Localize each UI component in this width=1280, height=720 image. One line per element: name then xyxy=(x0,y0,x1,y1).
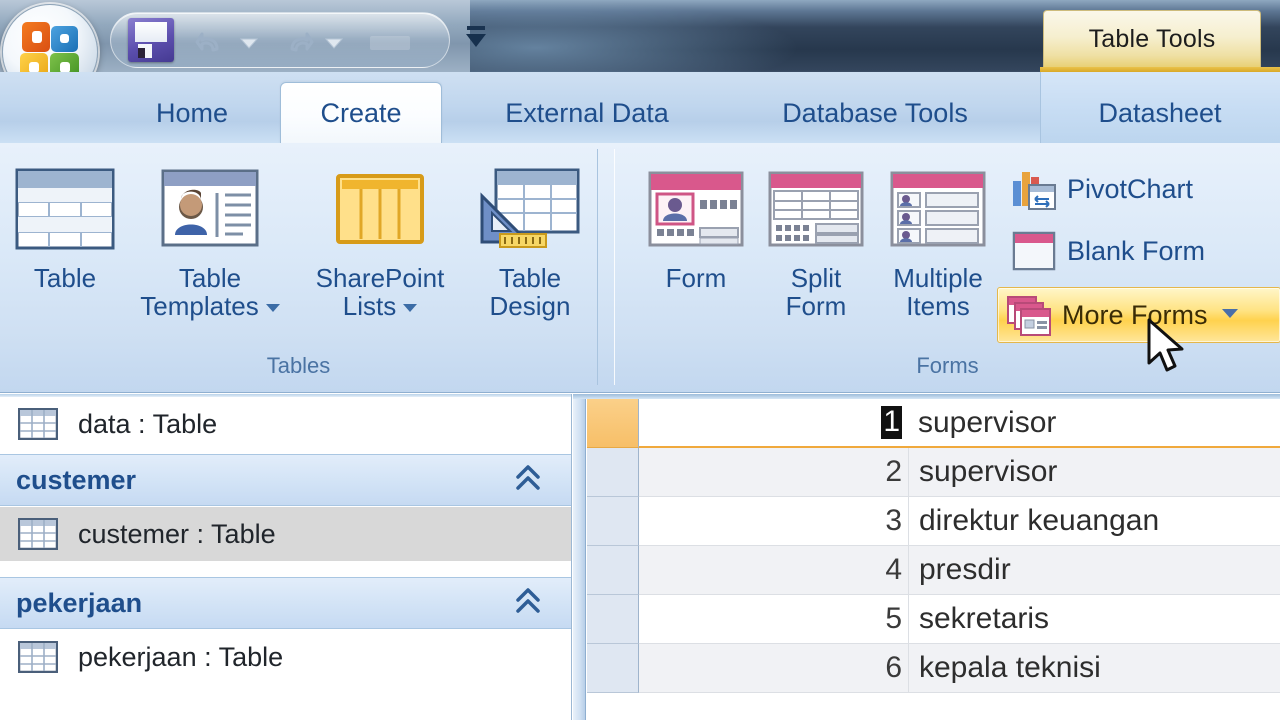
ribbon-group-tables-label: Tables xyxy=(266,353,331,378)
title-bar-glow xyxy=(470,0,800,80)
table-templates-button-label: Table Templates xyxy=(140,264,280,320)
pivotchart-button[interactable]: PivotChart xyxy=(1003,163,1271,215)
nav-item-pekerjaan-table[interactable]: pekerjaan : Table xyxy=(0,630,571,684)
tab-datasheet[interactable]: Datasheet xyxy=(1060,82,1260,144)
nav-item-custemer-table[interactable]: custemer : Table xyxy=(0,507,571,561)
sharepoint-lists-button-label: SharePoint Lists xyxy=(315,263,445,321)
sharepoint-lists-icon xyxy=(335,159,425,259)
multiple-items-button-label: Multiple Items xyxy=(893,263,983,321)
nav-item-label: data : Table xyxy=(78,408,218,439)
nav-group-pekerjaan[interactable]: pekerjaan xyxy=(0,577,571,629)
table-button-label: Table xyxy=(33,263,97,293)
access-window: Table Tools Home Create External Data Da… xyxy=(0,0,1280,720)
table-row[interactable]: 4 presdir xyxy=(587,546,1280,595)
nav-group-label: custemer xyxy=(16,464,137,495)
ribbon-group-forms-label: Forms xyxy=(916,353,979,378)
blank-form-button-label: Blank Form xyxy=(1067,235,1206,266)
cell-value[interactable]: sekretaris xyxy=(908,595,1280,644)
multiple-items-button[interactable]: Multiple Items xyxy=(863,159,1013,354)
cell-id[interactable]: 3 xyxy=(639,497,908,546)
cell-id[interactable]: 2 xyxy=(639,448,908,497)
row-selector[interactable] xyxy=(587,448,639,497)
chevron-down-icon xyxy=(403,303,418,312)
chevron-up-double-icon[interactable] xyxy=(514,463,542,498)
tab-external-data[interactable]: External Data xyxy=(466,82,708,144)
table-button[interactable]: Table xyxy=(0,159,140,354)
cell-value[interactable]: presdir xyxy=(908,546,1280,595)
ribbon: Table Table Templates SharePoint Lists T… xyxy=(0,143,1280,393)
nav-item-label: pekerjaan : Table xyxy=(78,641,284,672)
redo-icon[interactable] xyxy=(280,25,314,59)
blank-form-button[interactable]: Blank Form xyxy=(1003,225,1271,277)
table-row[interactable]: 6 kepala teknisi xyxy=(587,644,1280,693)
form-button-label: Form xyxy=(665,263,727,293)
form-icon xyxy=(648,159,744,259)
table-templates-button[interactable]: Table Templates xyxy=(135,159,285,354)
navigation-pane: data : Table custemer custemer: Table p… xyxy=(0,394,572,720)
cell-id[interactable]: 6 xyxy=(639,644,908,693)
qat-spacer xyxy=(370,36,410,50)
undo-dropdown-icon[interactable] xyxy=(238,34,260,52)
blank-form-icon xyxy=(1011,229,1057,273)
sharepoint-lists-button[interactable]: SharePoint Lists xyxy=(305,159,455,354)
ribbon-group-forms: Form Split Form Multiple Items PivotChar… xyxy=(614,149,1280,385)
cell-id[interactable]: 1 xyxy=(639,399,908,448)
pivotchart-button-label: PivotChart xyxy=(1067,173,1194,204)
table-row[interactable]: 3 direktur keuangan xyxy=(587,497,1280,546)
table-design-icon xyxy=(480,159,580,259)
tab-create[interactable]: Create xyxy=(280,82,442,144)
cell-value[interactable]: direktur keuangan xyxy=(908,497,1280,546)
ribbon-group-tables: Table Table Templates SharePoint Lists T… xyxy=(0,149,598,385)
more-forms-button-label: More Forms xyxy=(1062,299,1208,330)
table-icon xyxy=(17,407,59,441)
row-selector[interactable] xyxy=(587,644,639,693)
datasheet: 1 supervisor 2 supervisor 3 direktur keu… xyxy=(573,394,1280,720)
redo-dropdown-icon[interactable] xyxy=(323,34,345,52)
save-icon[interactable] xyxy=(128,18,174,62)
multiple-items-icon xyxy=(890,159,986,259)
chevron-down-icon xyxy=(1220,306,1240,325)
pivotchart-icon xyxy=(1011,167,1057,211)
tab-home[interactable]: Home xyxy=(128,82,256,144)
contextual-tab-header: Table Tools xyxy=(1043,10,1261,68)
cell-value[interactable]: kepala teknisi xyxy=(908,644,1280,693)
nav-group-label: pekerjaan xyxy=(16,587,143,618)
nav-item-label: custemer : Table xyxy=(78,518,276,549)
table-icon xyxy=(15,159,115,259)
chevron-down-icon xyxy=(265,303,280,312)
customize-qat-icon[interactable] xyxy=(462,22,490,56)
table-design-button[interactable]: Table Design xyxy=(455,159,605,354)
datasheet-left-gutter xyxy=(573,399,586,720)
nav-group-custemer[interactable]: custemer xyxy=(0,454,571,506)
row-selector[interactable] xyxy=(587,546,639,595)
undo-icon[interactable] xyxy=(195,25,229,59)
row-selector[interactable] xyxy=(587,595,639,644)
table-design-button-label: Table Design xyxy=(489,263,571,321)
contextual-tab-title: Table Tools xyxy=(1088,25,1216,53)
split-form-button-label: Split Form xyxy=(785,263,847,321)
cell-id[interactable]: 4 xyxy=(639,546,908,595)
cell-id[interactable]: 5 xyxy=(639,595,908,644)
table-templates-icon xyxy=(161,159,259,259)
table-icon xyxy=(17,517,59,551)
nav-item-data-table[interactable]: data : Table xyxy=(0,397,571,451)
row-selector[interactable] xyxy=(587,497,639,546)
split-form-icon xyxy=(768,159,864,259)
row-selector[interactable] xyxy=(587,399,639,448)
more-forms-icon xyxy=(1006,293,1052,337)
ribbon-tab-strip: Home Create External Data Database Tools… xyxy=(0,72,1280,144)
cell-value[interactable]: supervisor xyxy=(908,448,1280,497)
table-row[interactable]: 2 supervisor xyxy=(587,448,1280,497)
table-row[interactable]: 1 supervisor xyxy=(587,399,1280,448)
tab-database-tools[interactable]: Database Tools xyxy=(740,82,1010,144)
more-forms-button[interactable]: More Forms xyxy=(997,287,1280,343)
table-row[interactable]: 5 sekretaris xyxy=(587,595,1280,644)
table-icon xyxy=(17,640,59,674)
chevron-up-double-icon[interactable] xyxy=(514,586,542,621)
cell-value[interactable]: supervisor xyxy=(908,399,1280,448)
